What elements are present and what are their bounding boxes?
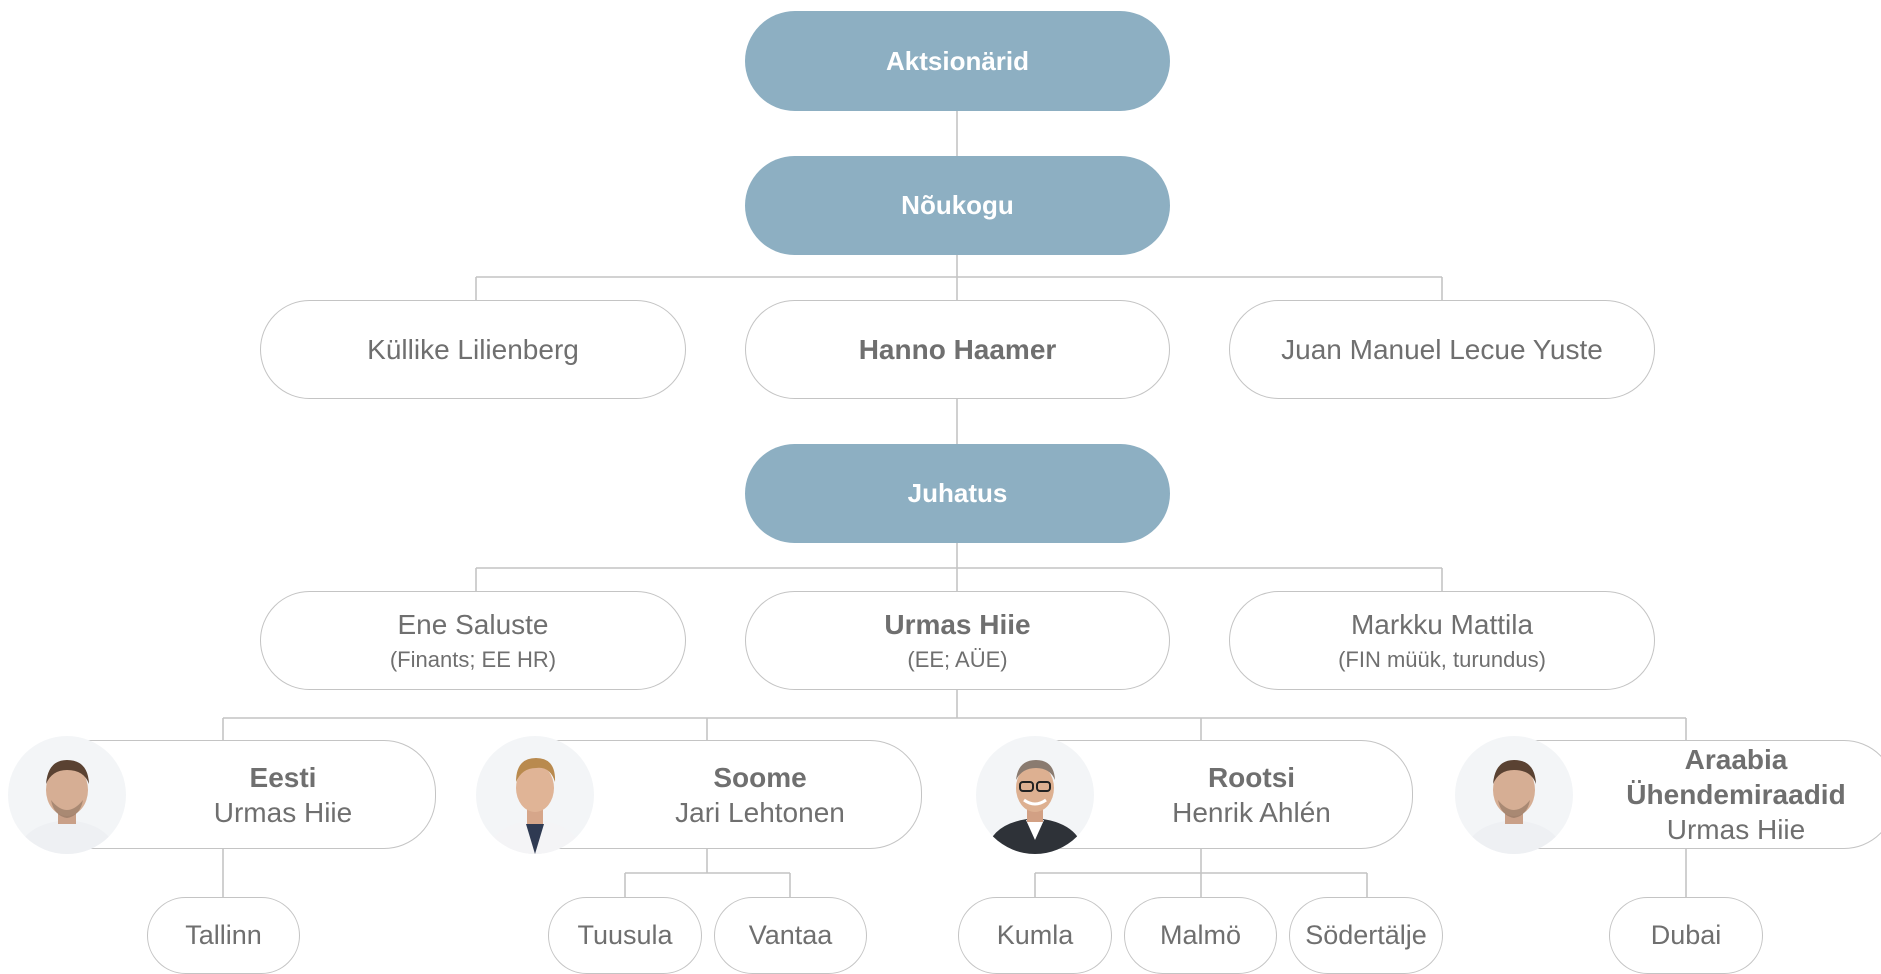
city-node: Tallinn [147, 897, 300, 974]
city-node: Dubai [1609, 897, 1763, 974]
council-member-name: Hanno Haamer [858, 334, 1057, 365]
manager-photo-avatar [8, 736, 126, 854]
region-manager: Jari Lehtonen [675, 796, 845, 828]
board-node: Juhatus [745, 444, 1170, 543]
city-label: Tallinn [185, 919, 262, 950]
board-member-1: Ene Saluste (Finants; EE HR) [260, 591, 686, 690]
board-member-name: Markku Mattila [1350, 609, 1534, 641]
city-node: Vantaa [714, 897, 867, 974]
manager-photo-avatar [476, 736, 594, 854]
board-member-role: (EE; AÜE) [907, 647, 1008, 673]
city-node: Södertälje [1289, 897, 1443, 974]
person-photo-icon [18, 760, 116, 854]
board-member-role: (Finants; EE HR) [389, 647, 557, 673]
council-member-3: Juan Manuel Lecue Yuste [1229, 300, 1655, 399]
board-member-2: Urmas Hiie (EE; AÜE) [745, 591, 1170, 690]
board-member-role: (FIN müük, turundus) [1338, 647, 1546, 673]
council-member-2: Hanno Haamer [745, 300, 1170, 399]
shareholders-node: Aktsionärid [745, 11, 1170, 111]
city-label: Malmö [1159, 919, 1241, 950]
city-label: Södertälje [1305, 919, 1427, 950]
city-label: Vantaa [748, 919, 833, 950]
board-label: Juhatus [907, 478, 1008, 509]
manager-photo-avatar [976, 736, 1094, 854]
city-label: Kumla [996, 919, 1074, 950]
board-member-name: Urmas Hiie [884, 609, 1031, 641]
council-label: Nõukogu [901, 190, 1014, 221]
region-title: Rootsi [1207, 761, 1296, 793]
region-title: Eesti [249, 761, 317, 793]
person-photo-icon [986, 760, 1084, 854]
region-manager: Henrik Ahlén [1172, 796, 1331, 828]
board-member-name: Ene Saluste [397, 609, 549, 641]
region-title: Araabia Ühendemiraadid [1626, 744, 1846, 810]
council-node: Nõukogu [745, 156, 1170, 255]
city-label: Dubai [1650, 919, 1722, 950]
shareholders-label: Aktsionärid [885, 45, 1030, 76]
city-node: Kumla [958, 897, 1112, 974]
manager-photo-avatar [1455, 736, 1573, 854]
city-node: Tuusula [548, 897, 702, 974]
city-label: Tuusula [577, 919, 673, 950]
council-member-name: Juan Manuel Lecue Yuste [1281, 334, 1603, 365]
council-member-name: Küllike Lilienberg [367, 334, 579, 365]
region-title: Soome [713, 761, 807, 793]
region-manager: Urmas Hiie [213, 796, 353, 828]
board-member-3: Markku Mattila (FIN müük, turundus) [1229, 591, 1655, 690]
city-node: Malmö [1124, 897, 1277, 974]
region-manager: Urmas Hiie [1666, 814, 1806, 845]
person-photo-icon [488, 758, 582, 854]
person-photo-icon [1465, 760, 1563, 854]
council-member-1: Küllike Lilienberg [260, 300, 686, 399]
